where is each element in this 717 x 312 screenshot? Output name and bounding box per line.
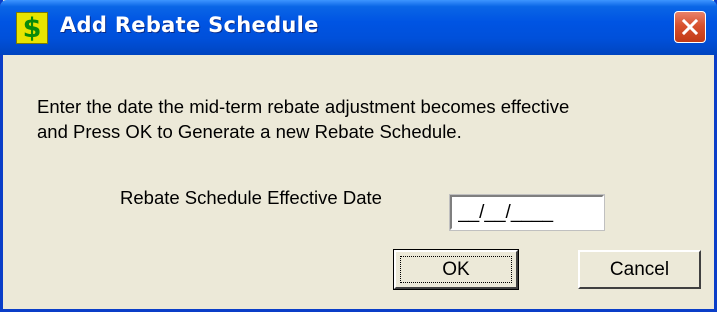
- instruction-line-2: and Press OK to Generate a new Rebate Sc…: [37, 121, 462, 142]
- focus-rectangle: [400, 256, 512, 283]
- dollar-sign-icon: $: [16, 12, 48, 44]
- dialog-window: $ Add Rebate Schedule Enter the date the…: [0, 0, 717, 312]
- close-button[interactable]: [674, 11, 706, 43]
- window-title: Add Rebate Schedule: [60, 13, 319, 37]
- instruction-text: Enter the date the mid-term rebate adjus…: [37, 94, 697, 144]
- effective-date-label: Rebate Schedule Effective Date: [120, 187, 382, 208]
- title-bar[interactable]: $ Add Rebate Schedule: [0, 0, 717, 55]
- effective-date-input[interactable]: [449, 194, 605, 231]
- cancel-button[interactable]: Cancel: [578, 250, 701, 289]
- instruction-line-1: Enter the date the mid-term rebate adjus…: [37, 96, 570, 117]
- ok-button[interactable]: OK: [393, 249, 519, 290]
- cancel-button-label: Cancel: [609, 258, 670, 280]
- app-icon-glyph: $: [22, 12, 42, 44]
- close-icon: [681, 18, 699, 36]
